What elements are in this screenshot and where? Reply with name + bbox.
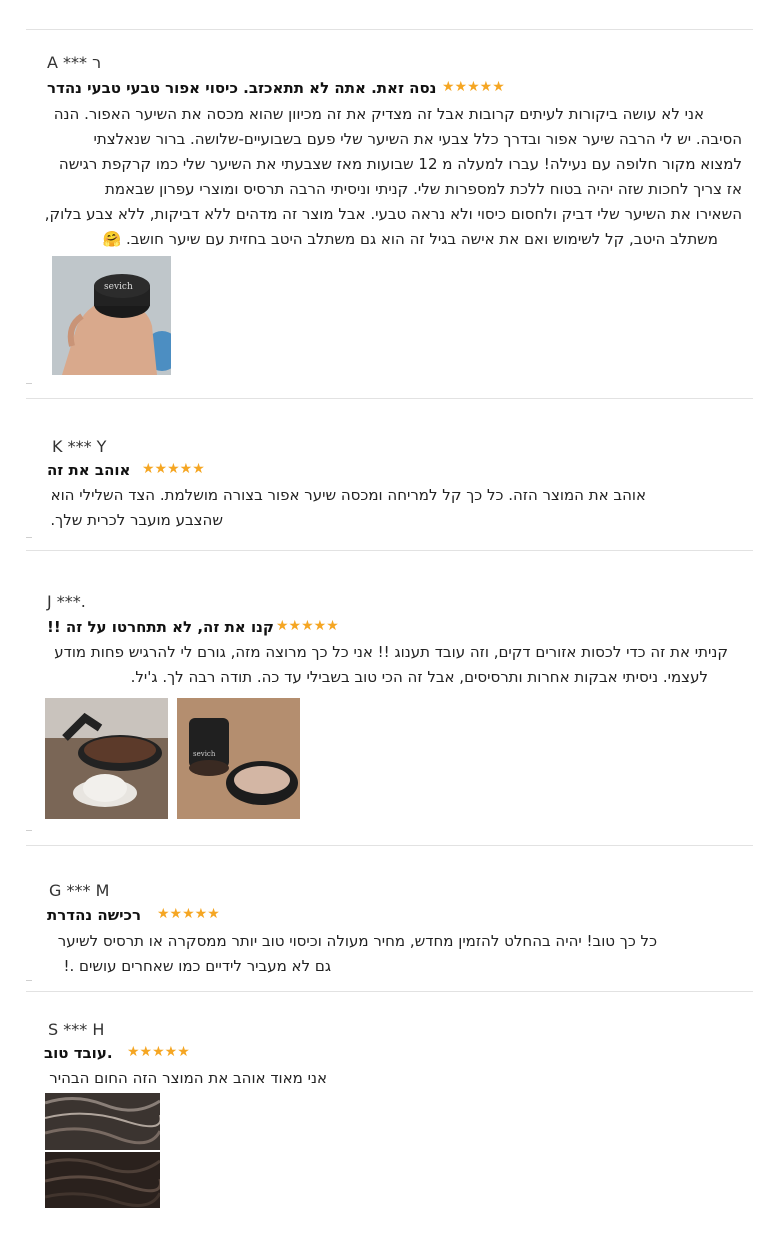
review-text-line: שהצבע מועבר לכרית שלך.: [50, 511, 223, 529]
review-text-line: אוהב את המוצר הזה. כל כך קל למריחה ומכסה…: [50, 486, 646, 504]
review-photo[interactable]: sevich: [52, 256, 171, 375]
rating-stars: ★★★★★: [142, 461, 205, 477]
review-author: G *** M: [49, 881, 110, 900]
rating-stars: ★★★★★: [157, 906, 220, 922]
hair-before-after-image: [45, 1093, 160, 1208]
review-text-line: קניתי את זה כדי לכסות אזורים דקים, וזה ע…: [54, 643, 728, 661]
divider: [26, 980, 32, 981]
divider: [26, 845, 753, 846]
review-text-line: הסיבה. יש לי הרבה שיער אפור ובדרך כלל צב…: [93, 130, 743, 148]
review-title: עובד טוב.: [44, 1044, 113, 1062]
review-text-line: כל כך טוב! יהיה בהחלט להזמין מחדש, מחיר …: [57, 932, 657, 950]
review-author: S *** H: [48, 1020, 105, 1039]
divider: [26, 537, 32, 538]
compact-applicator-image: sevich: [177, 698, 300, 819]
compact-open-image: [45, 698, 168, 819]
divider: [26, 550, 753, 551]
review-title: רכישה נהדרת: [47, 906, 142, 924]
review-text-line: אני מאוד אוהב את המוצר הזה החום הבהיר: [49, 1069, 327, 1087]
divider: [26, 991, 753, 992]
review-text-line: גם לא מעביר לידיים כמו שאחרים עושים .!: [63, 957, 332, 975]
divider: [26, 29, 753, 30]
hand-product-image: sevich: [52, 256, 171, 375]
review-photo[interactable]: [45, 698, 168, 819]
rating-stars: ★★★★★: [127, 1044, 190, 1060]
review-text-line: משתלב היטב, קל לשימוש ואם את אישה בגיל ז…: [102, 230, 718, 248]
review-text-line: השאירו את השיער שלי דביק ולחסום כיסוי ול…: [44, 205, 742, 223]
review-photo[interactable]: sevich: [177, 698, 300, 819]
rating-stars: ★★★★★: [442, 79, 505, 95]
review-text-line: לעצמי. ניסיתי אבקות אחרות ותרסיסים, אבל …: [130, 668, 708, 686]
review-author: K *** Y: [52, 437, 107, 456]
svg-text:sevich: sevich: [193, 750, 216, 758]
review-author: J ***.: [47, 592, 86, 611]
review-text-line: למצוא מקור חלופה עם נעילה! עברו למעלה מ …: [58, 155, 742, 173]
divider: [26, 830, 32, 831]
svg-text:sevich: sevich: [104, 282, 133, 292]
review-title: אוהב את זה: [47, 461, 131, 479]
review-author: A *** ר: [47, 53, 102, 72]
review-title: !! קנו את זה, לא תתחרטו על זה: [47, 618, 274, 636]
divider: [26, 383, 32, 384]
review-title: נסה זאת. אתה לא תתאכזב. כיסוי אפור טבעי …: [47, 79, 437, 97]
divider: [26, 398, 753, 399]
review-text-line: אז צריך לחכות שזה יהיה בטוח ללכת למספרות…: [105, 180, 742, 198]
rating-stars: ★★★★★: [276, 618, 339, 634]
review-text-line: אני לא עושה ביקורות לעיתים קרובות אבל זה…: [53, 105, 704, 123]
review-photo[interactable]: [45, 1093, 160, 1208]
